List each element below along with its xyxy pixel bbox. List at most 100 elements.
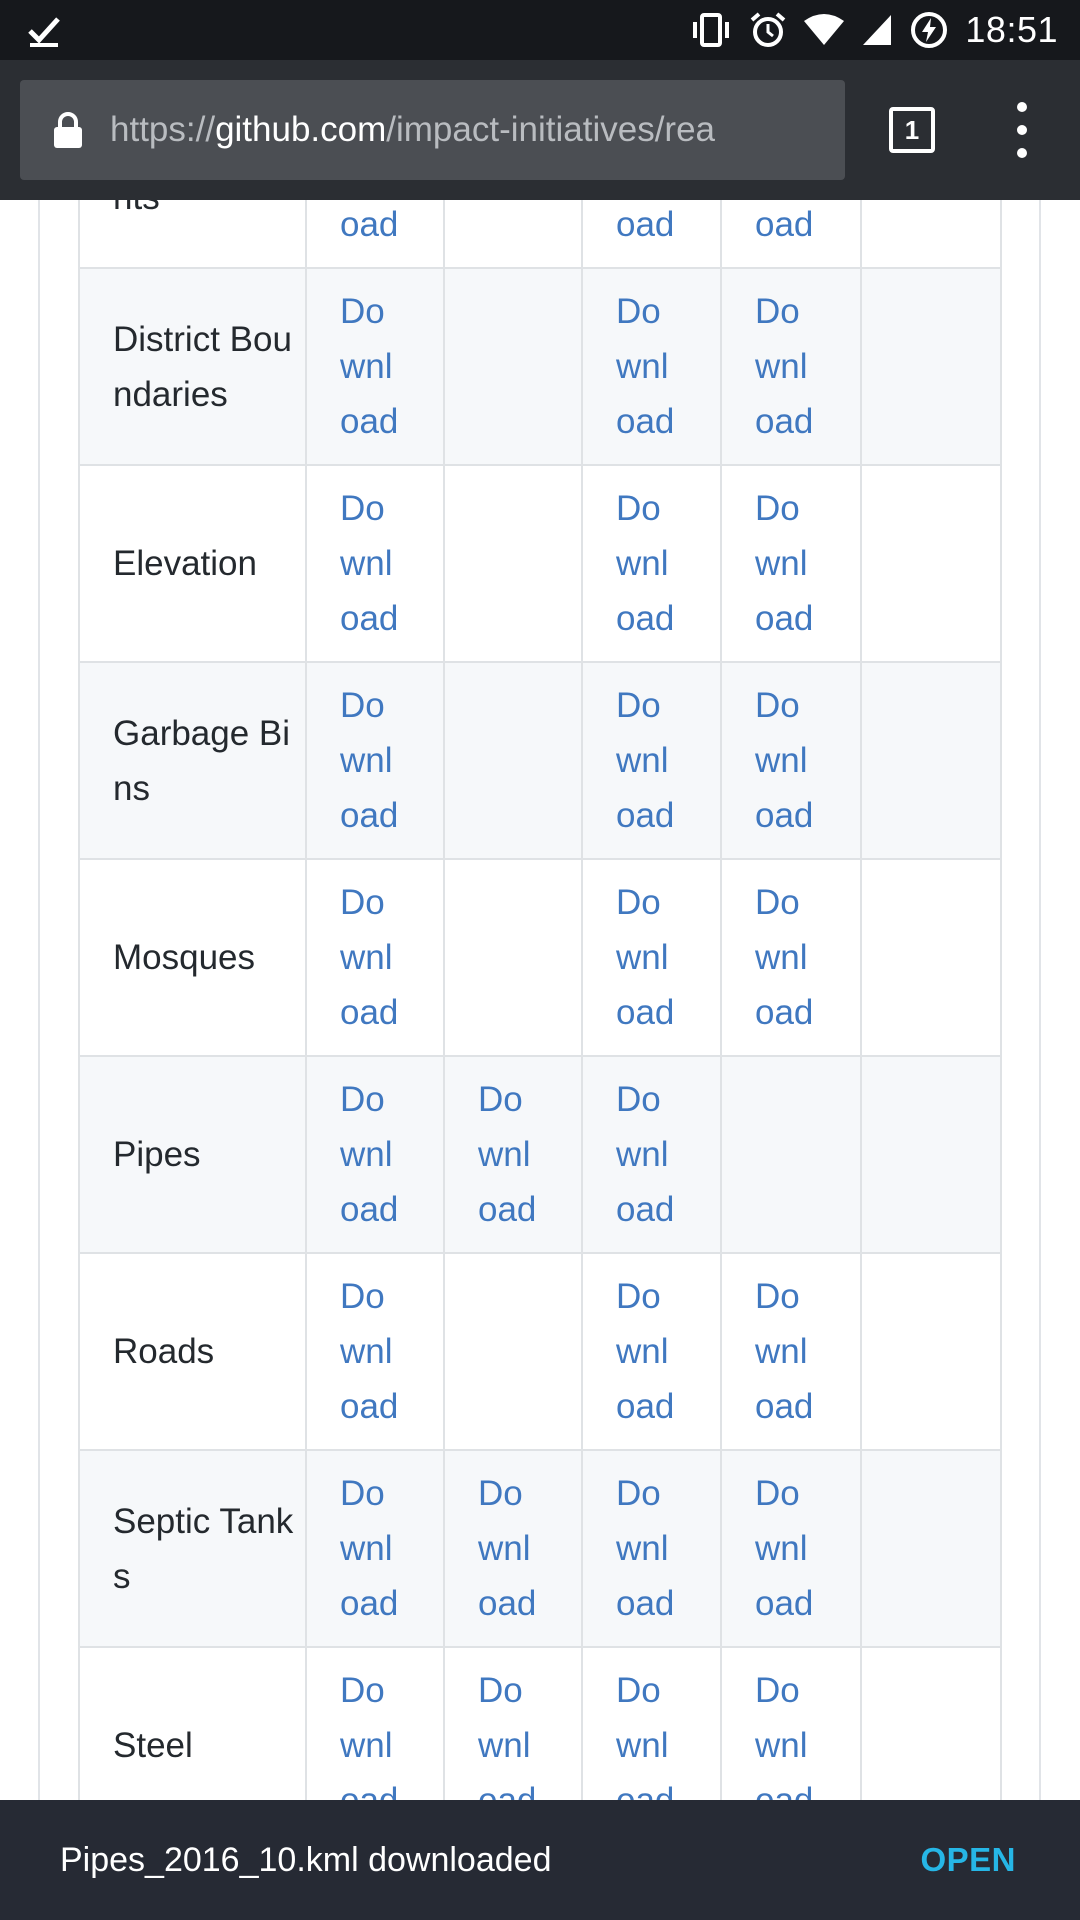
lock-icon	[52, 111, 84, 149]
snackbar-message: Pipes_2016_10.kml downloaded	[60, 1840, 552, 1879]
download-cell: Download	[305, 1055, 445, 1254]
menu-dot	[1017, 125, 1027, 135]
download-link[interactable]: Download	[340, 678, 404, 843]
table-row: District Boundaries Download Download Downl…	[78, 267, 1002, 466]
download-link[interactable]: Download	[340, 284, 404, 449]
download-link[interactable]: Download	[755, 1269, 819, 1434]
download-link[interactable]: Download	[755, 481, 819, 646]
download-cell: Download	[720, 200, 862, 269]
download-link[interactable]: Download	[755, 1466, 819, 1631]
layer-name-cell: Garbage Bins	[78, 661, 307, 860]
download-link[interactable]: Download	[340, 1269, 404, 1434]
url-host: github.com	[215, 110, 387, 149]
status-time: 18:51	[965, 9, 1058, 50]
download-cell	[443, 1252, 583, 1451]
download-cell: Download	[305, 1449, 445, 1648]
download-cell: Download	[581, 858, 722, 1057]
tab-switcher-button[interactable]: 1	[889, 107, 935, 153]
vibrate-icon	[689, 13, 733, 47]
download-cell	[860, 1646, 1002, 1800]
download-cell: Download	[305, 661, 445, 860]
url-bar[interactable]: https://github.com/impact-initiatives/re…	[20, 80, 845, 180]
download-cell: Download	[581, 464, 722, 663]
layer-name-cell: Septic Tanks	[78, 1449, 307, 1648]
download-link[interactable]: Download	[616, 678, 680, 843]
download-cell: Download	[720, 1646, 862, 1800]
status-bar: 18:51	[0, 0, 1080, 60]
layer-name-cell: Roads	[78, 1252, 307, 1451]
table-row: Control Points Download Download Download	[78, 200, 1002, 269]
download-link[interactable]: Download	[616, 200, 680, 252]
table-row: Septic Tanks Download Download Download Down…	[78, 1449, 1002, 1648]
download-link[interactable]: Download	[340, 875, 404, 1040]
download-cell	[443, 858, 583, 1057]
download-cell	[860, 1449, 1002, 1648]
overflow-menu-button[interactable]	[1005, 98, 1039, 162]
browser-toolbar: https://github.com/impact-initiatives/re…	[0, 60, 1080, 200]
download-link[interactable]: Download	[616, 1269, 680, 1434]
download-cell: Download	[720, 1252, 862, 1451]
download-link[interactable]: Download	[616, 875, 680, 1040]
download-link[interactable]: Download	[755, 200, 819, 252]
open-button[interactable]: OPEN	[920, 1841, 1016, 1879]
download-cell: Download	[443, 1055, 583, 1254]
download-cell	[860, 267, 1002, 466]
download-link[interactable]: Download	[478, 1663, 542, 1800]
download-cell	[443, 464, 583, 663]
wifi-icon	[803, 13, 845, 47]
layer-name-cell: District Boundaries	[78, 267, 307, 466]
download-cell	[860, 200, 1002, 269]
download-cell: Download	[581, 1646, 722, 1800]
download-link[interactable]: Download	[340, 481, 404, 646]
downloads-table: Control PointsDownloadDownloadDownloadDi…	[78, 200, 1002, 1800]
download-link[interactable]: Download	[755, 678, 819, 843]
download-cell: Download	[581, 267, 722, 466]
tab-count: 1	[904, 114, 920, 145]
download-cell	[443, 200, 583, 269]
download-cell: Download	[443, 1646, 583, 1800]
download-cell: Download	[581, 1252, 722, 1451]
table-row: Garbage Bins Download Download Download	[78, 661, 1002, 860]
url-scheme: https://	[110, 110, 216, 149]
menu-dot	[1017, 148, 1027, 158]
table-row: Steel Download Download Download Download	[78, 1646, 1002, 1800]
download-cell	[720, 1055, 862, 1254]
download-cell: Download	[305, 858, 445, 1057]
download-cell: Download	[581, 661, 722, 860]
download-link[interactable]: Download	[616, 1072, 680, 1237]
menu-dot	[1017, 102, 1027, 112]
page-content: Control PointsDownloadDownloadDownloadDi…	[0, 200, 1080, 1800]
download-link[interactable]: Download	[616, 481, 680, 646]
download-link[interactable]: Download	[616, 284, 680, 449]
download-link[interactable]: Download	[616, 1466, 680, 1631]
download-link[interactable]: Download	[340, 1072, 404, 1237]
download-cell	[860, 661, 1002, 860]
table-row: Roads Download Download Download	[78, 1252, 1002, 1451]
download-cell: Download	[305, 1252, 445, 1451]
download-cell: Download	[720, 464, 862, 663]
download-link[interactable]: Download	[616, 1663, 680, 1800]
url-text: https://github.com/impact-initiatives/re…	[110, 110, 715, 150]
download-link[interactable]: Download	[478, 1466, 542, 1631]
download-link[interactable]: Download	[340, 1663, 404, 1800]
download-link[interactable]: Download	[755, 284, 819, 449]
download-link[interactable]: Download	[755, 875, 819, 1040]
download-cell	[860, 1055, 1002, 1254]
checkmark-icon	[28, 13, 62, 47]
alarm-icon	[749, 11, 787, 49]
download-cell: Download	[581, 1055, 722, 1254]
layer-name-cell: Control Points	[78, 200, 307, 269]
download-link[interactable]: Download	[478, 1072, 542, 1237]
download-link[interactable]: Download	[340, 200, 404, 252]
download-link[interactable]: Download	[755, 1663, 819, 1800]
table-row: Elevation Download Download Download	[78, 464, 1002, 663]
download-cell: Download	[581, 200, 722, 269]
download-cell: Download	[581, 1449, 722, 1648]
cell-signal-icon	[861, 13, 893, 47]
download-cell: Download	[305, 200, 445, 269]
download-cell	[443, 661, 583, 860]
layer-name-cell: Mosques	[78, 858, 307, 1057]
layer-name-cell: Steel	[78, 1646, 307, 1800]
download-cell	[443, 267, 583, 466]
download-link[interactable]: Download	[340, 1466, 404, 1631]
